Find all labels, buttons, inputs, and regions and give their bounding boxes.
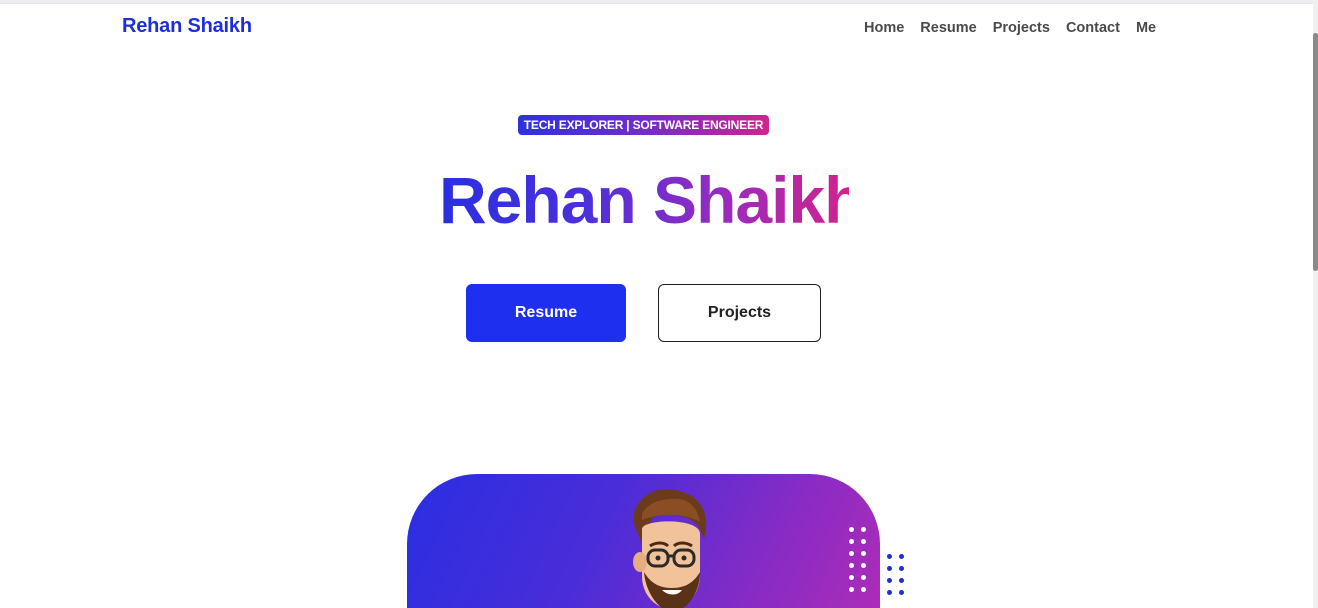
scrollbar-thumb[interactable]: [1313, 33, 1318, 271]
nav-projects[interactable]: Projects: [993, 19, 1050, 37]
cartoon-avatar-icon: [633, 489, 707, 608]
browser-top-edge: [0, 0, 1318, 4]
nav-me[interactable]: Me: [1136, 19, 1156, 37]
projects-button[interactable]: Projects: [658, 284, 821, 342]
hero-title: Rehan Shaikh: [439, 160, 864, 240]
profile-card: [407, 474, 880, 608]
nav-contact[interactable]: Contact: [1066, 19, 1120, 37]
nav-resume[interactable]: Resume: [920, 19, 976, 37]
nav-home[interactable]: Home: [864, 19, 904, 37]
main-nav: Home Resume Projects Contact Me: [864, 19, 1156, 37]
resume-button[interactable]: Resume: [466, 284, 626, 342]
role-badge: TECH EXPLORER | SOFTWARE ENGINEER: [518, 115, 769, 135]
page: Rehan Shaikh Home Resume Projects Contac…: [0, 0, 1318, 608]
brand-logo-link[interactable]: Rehan Shaikh: [122, 15, 252, 38]
